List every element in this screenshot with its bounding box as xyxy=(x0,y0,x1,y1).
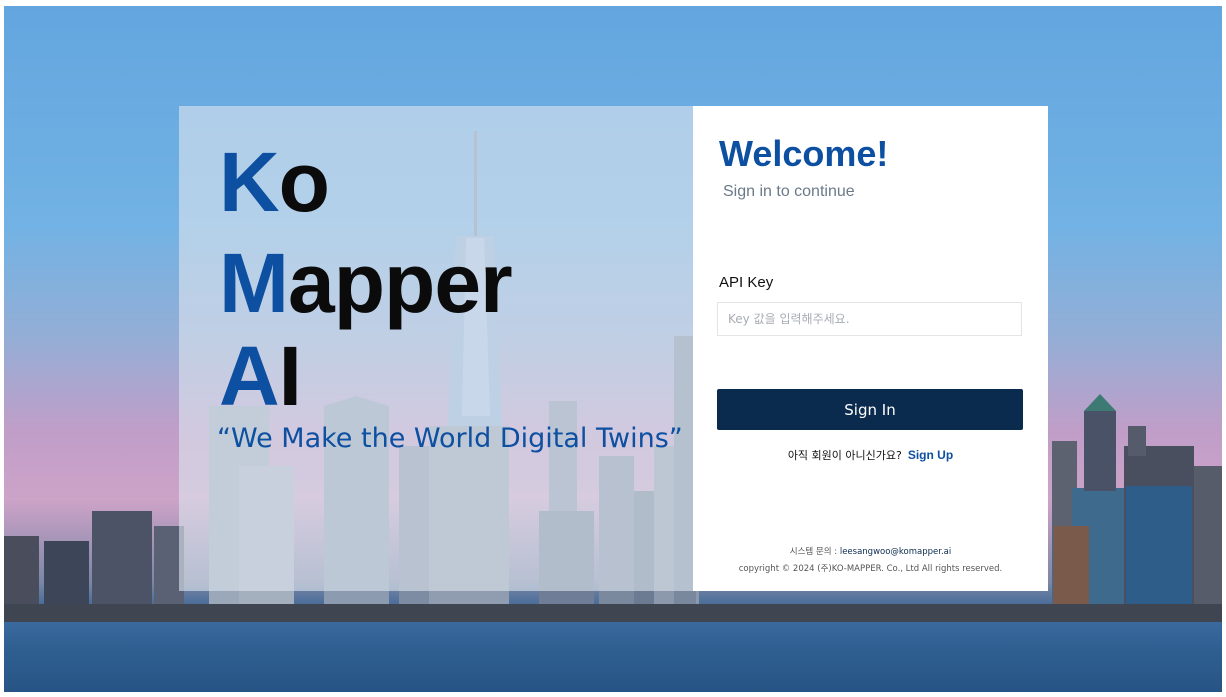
signup-prompt: 아직 회원이 아니신가요? xyxy=(787,449,902,462)
contact-email: leesangwoo@komapper.ai xyxy=(839,547,952,557)
welcome-subtitle: Sign in to continue xyxy=(723,183,855,200)
brand-letter-m: M xyxy=(219,236,289,330)
brand-letters-apper: apper xyxy=(287,236,513,330)
welcome-title: Welcome! xyxy=(719,133,889,174)
brand-letter-a: A xyxy=(219,329,280,423)
copyright-text: copyright © 2024 (주)KO-MAPPER. Co., Ltd … xyxy=(738,564,1003,574)
brand-letters-o: o xyxy=(278,135,330,229)
contact-label: 시스템 문의 : xyxy=(789,547,838,557)
login-panel: Welcome! Sign in to continue API Key Sig… xyxy=(693,106,1048,591)
api-key-label: API Key xyxy=(719,274,774,291)
login-footer: 시스템 문의 : leesangwoo@komapper.ai copyrigh… xyxy=(693,544,1048,578)
api-key-input[interactable] xyxy=(717,302,1022,336)
brand-line-mapper: Mapper xyxy=(219,241,513,325)
sign-up-link[interactable]: Sign Up xyxy=(908,448,953,462)
brand-letter-i: I xyxy=(278,329,302,423)
river-water xyxy=(4,622,1222,692)
signup-row: 아직 회원이 아니신가요? Sign Up xyxy=(693,447,1048,463)
brand-line-ai: AI xyxy=(219,334,302,418)
contact-line: 시스템 문의 : leesangwoo@komapper.ai xyxy=(693,544,1048,561)
sign-in-button[interactable]: Sign In xyxy=(717,389,1023,430)
brand-letter-k: K xyxy=(219,135,280,229)
brand-slogan: “We Make the World Digital Twins” xyxy=(217,423,683,454)
brand-line-ko: Ko xyxy=(219,140,330,224)
brand-panel: Ko Mapper AI “We Make the World Digital … xyxy=(179,106,693,591)
